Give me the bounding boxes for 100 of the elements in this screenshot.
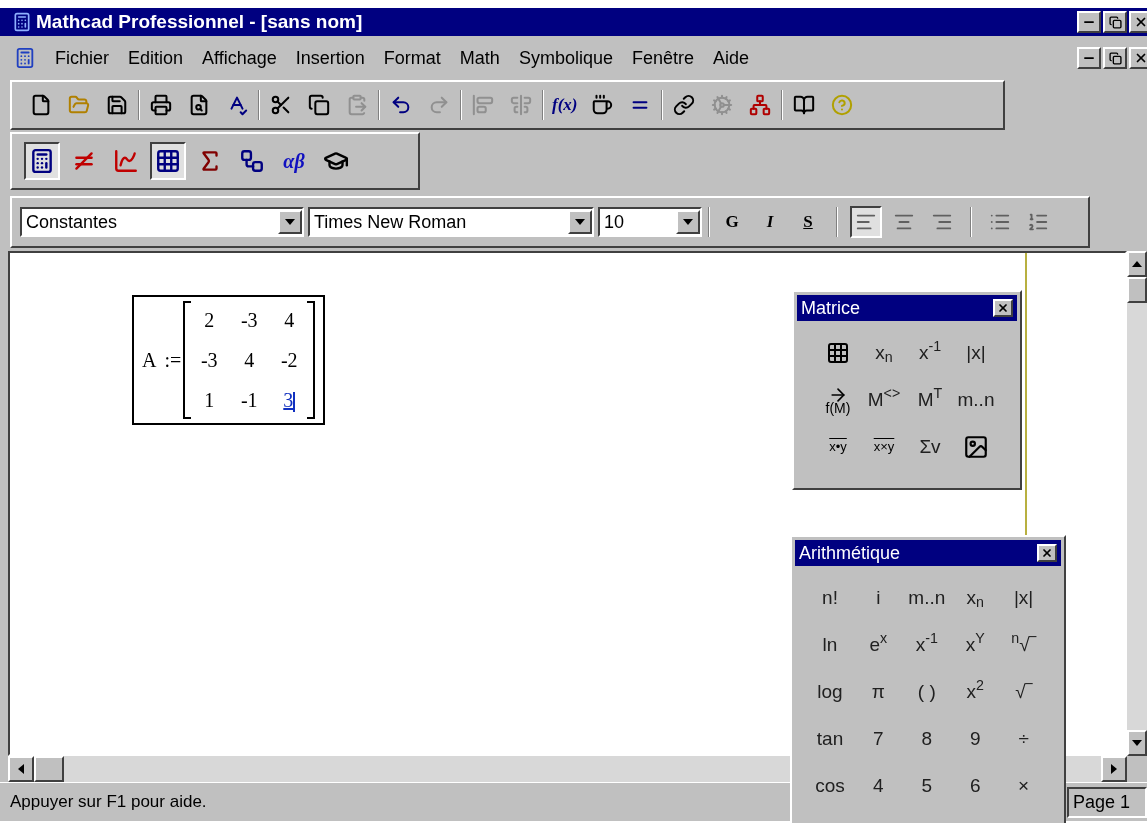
variable-name: A	[142, 348, 157, 373]
close-button[interactable]	[1129, 47, 1147, 69]
palette-button[interactable]: 6	[952, 766, 999, 806]
image-icon	[963, 434, 989, 460]
matrix-cell-text: 3	[282, 388, 297, 415]
format-button[interactable]	[850, 206, 882, 238]
palette-button[interactable]: M$^{<>}$	[861, 380, 907, 420]
document-icon	[14, 47, 36, 69]
palette-button[interactable]: π	[855, 672, 902, 712]
network-icon	[749, 94, 772, 116]
help-icon	[831, 94, 854, 116]
app-icon	[12, 12, 32, 32]
palette-button[interactable]: x×y	[861, 427, 907, 467]
palette-button[interactable]: log	[807, 672, 853, 712]
palette-button[interactable]: x•y	[815, 427, 861, 467]
vertical-scrollbar[interactable]	[1127, 251, 1147, 756]
minimize-button[interactable]	[1077, 47, 1101, 69]
menu-item[interactable]: Format	[383, 44, 441, 72]
page-indicator: Page 1	[1067, 786, 1147, 818]
palette-button[interactable]: n!	[807, 578, 853, 618]
menu-item[interactable]: Affichage	[202, 44, 277, 72]
restore-icon	[1108, 15, 1122, 29]
menu-item[interactable]: Symbolique	[518, 44, 613, 72]
palette-button[interactable]: |x|	[953, 333, 999, 373]
palette-button[interactable]: x$^{-1}$	[903, 625, 950, 665]
undo-icon	[390, 94, 412, 116]
scissors-icon	[270, 94, 292, 116]
new-file-icon	[30, 94, 52, 116]
toolbar-button[interactable]: f(x)	[550, 90, 580, 120]
toolbar-button[interactable]	[150, 142, 186, 180]
minimize-button[interactable]	[1077, 11, 1101, 33]
palette-button[interactable]: Σv	[907, 427, 953, 467]
scroll-right-button[interactable]	[1101, 756, 1127, 782]
palette-button[interactable]: √‾	[1000, 672, 1047, 712]
palette-button[interactable]: x$^{-1}$	[907, 333, 953, 373]
palette-button[interactable]: m..n	[953, 380, 999, 420]
font-dropdown[interactable]: Times New Roman	[308, 207, 594, 237]
toolbar-button[interactable]: αβ	[276, 142, 312, 180]
definition-operator: :=	[164, 348, 182, 373]
style-value: Constantes	[25, 210, 118, 234]
scroll-thumb[interactable]	[34, 756, 64, 782]
palette-title: Matrice	[801, 296, 860, 320]
scroll-up-button[interactable]	[1127, 251, 1147, 277]
book-icon	[793, 94, 816, 116]
palette-title: Arithmétique	[799, 541, 901, 565]
menu-item[interactable]: Math	[459, 44, 500, 72]
palette-button[interactable]: ÷	[1000, 719, 1047, 759]
palette-button[interactable]: ×	[1000, 766, 1047, 806]
format-button[interactable]: S	[792, 206, 824, 238]
menu-item[interactable]: Fenêtre	[631, 44, 694, 72]
style-dropdown[interactable]: Constantes	[20, 207, 304, 237]
palette-button[interactable]: M$^{T}$	[907, 380, 953, 420]
palette-button[interactable]: f(M)	[815, 380, 861, 420]
matrix-cell-text: -3	[239, 308, 259, 333]
palette-button[interactable]: x$_{n}$	[861, 333, 907, 373]
palette-button[interactable]: 9	[952, 719, 999, 759]
palette-button[interactable]: m..n	[903, 578, 950, 618]
matrix-cell-text: 2	[203, 308, 216, 333]
save-icon	[106, 94, 128, 116]
palette-button[interactable]: x$_{n}$	[952, 578, 999, 618]
menu-item[interactable]: Aide	[713, 44, 750, 72]
palette-button[interactable]: |x|	[1000, 578, 1047, 618]
copy-icon	[308, 94, 330, 116]
palette-button[interactable]: 8	[903, 719, 950, 759]
close-icon	[1134, 15, 1147, 29]
close-button[interactable]	[1037, 544, 1057, 562]
palette-button[interactable]: i	[855, 578, 902, 618]
close-button[interactable]	[1129, 11, 1147, 33]
restore-button[interactable]	[1103, 47, 1127, 69]
size-dropdown[interactable]: 10	[598, 207, 702, 237]
palette-button[interactable]: x$^{Y}$	[952, 625, 999, 665]
window-title: Mathcad Professionnel - [sans nom]	[36, 9, 363, 34]
close-button[interactable]	[993, 299, 1013, 317]
scroll-thumb[interactable]	[1127, 277, 1147, 303]
palette-button[interactable]: x$^{2}$	[952, 672, 999, 712]
matrix-cell-text: 4	[243, 348, 256, 373]
palette-button[interactable]: 5	[903, 766, 950, 806]
menu-item[interactable]: Insertion	[295, 44, 365, 72]
close-icon	[997, 302, 1009, 314]
palette-button[interactable]: ln	[807, 625, 853, 665]
menu-item[interactable]: Fichier	[55, 44, 109, 72]
calculator-icon	[29, 148, 55, 174]
toolbar-button[interactable]	[24, 142, 60, 180]
link-icon	[673, 94, 696, 116]
scroll-left-button[interactable]	[8, 756, 34, 782]
scroll-down-button[interactable]	[1127, 730, 1147, 756]
palette-button[interactable]: e$^{x}$	[855, 625, 902, 665]
palette-button[interactable]: ( )	[903, 672, 950, 712]
matrix-cell-text: 4	[283, 308, 296, 333]
palette-button[interactable]: 7	[855, 719, 902, 759]
format-button[interactable]: G	[716, 206, 748, 238]
menu-item[interactable]: Edition	[128, 44, 184, 72]
palette-button[interactable]: $^{n}$√‾	[1000, 625, 1047, 665]
restore-button[interactable]	[1103, 11, 1127, 33]
align-icon	[472, 94, 494, 116]
format-button[interactable]: I	[754, 206, 786, 238]
palette-button[interactable]: tan	[807, 719, 853, 759]
matrix-cell-text: 1	[203, 388, 216, 413]
palette-button[interactable]: cos	[807, 766, 853, 806]
palette-button[interactable]: 4	[855, 766, 902, 806]
